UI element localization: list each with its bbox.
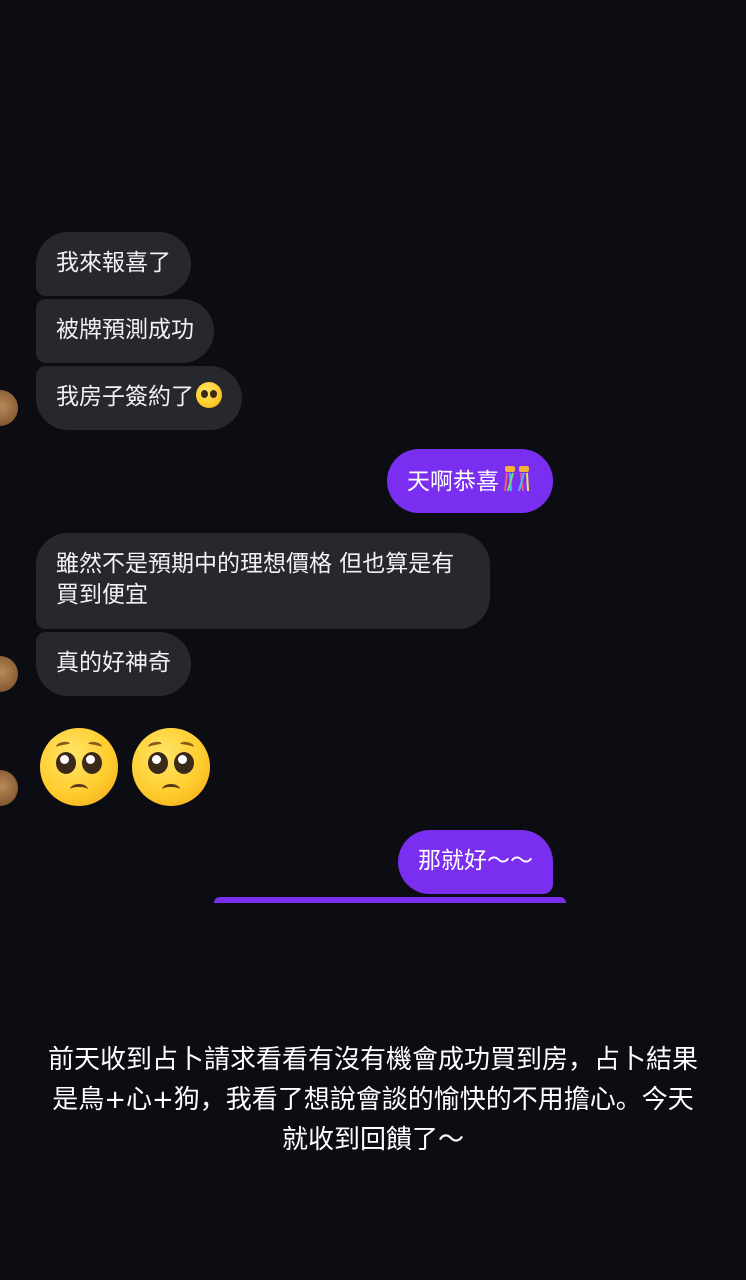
- message-text: 我來報喜了: [56, 250, 171, 276]
- sender-avatar[interactable]: [0, 390, 18, 426]
- message-incoming[interactable]: 我房子簽約了: [36, 366, 242, 430]
- confetti-ball-icon: [504, 466, 529, 492]
- message-incoming[interactable]: 我來報喜了: [36, 232, 191, 296]
- sender-avatar[interactable]: [0, 770, 18, 806]
- story-caption: 前天收到占卜請求看看有沒有機會成功買到房，占卜結果是鳥+心+狗，我看了想說會談的…: [47, 1045, 698, 1155]
- message-text: 被牌預測成功: [56, 317, 194, 343]
- message-incoming[interactable]: 真的好神奇: [36, 632, 191, 696]
- message-outgoing-cropped: [214, 897, 566, 903]
- message-text: 真的好神奇: [56, 650, 171, 676]
- message-incoming[interactable]: 雖然不是預期中的理想價格 但也算是有買到便宜: [36, 533, 490, 629]
- pleading-face-icon: [196, 382, 222, 408]
- message-text: 那就好～～: [418, 848, 533, 874]
- message-text: 雖然不是預期中的理想價格 但也算是有買到便宜: [56, 551, 455, 608]
- pleading-face-icon: [132, 728, 210, 806]
- message-outgoing[interactable]: 天啊恭喜: [387, 449, 553, 513]
- emoji-message[interactable]: [40, 728, 212, 808]
- message-text: 我房子簽約了: [56, 384, 194, 410]
- sender-avatar[interactable]: [0, 656, 18, 692]
- message-text: 天啊恭喜: [407, 469, 499, 495]
- message-incoming[interactable]: 被牌預測成功: [36, 299, 214, 363]
- message-outgoing[interactable]: 那就好～～: [398, 830, 553, 894]
- pleading-face-icon: [40, 728, 118, 806]
